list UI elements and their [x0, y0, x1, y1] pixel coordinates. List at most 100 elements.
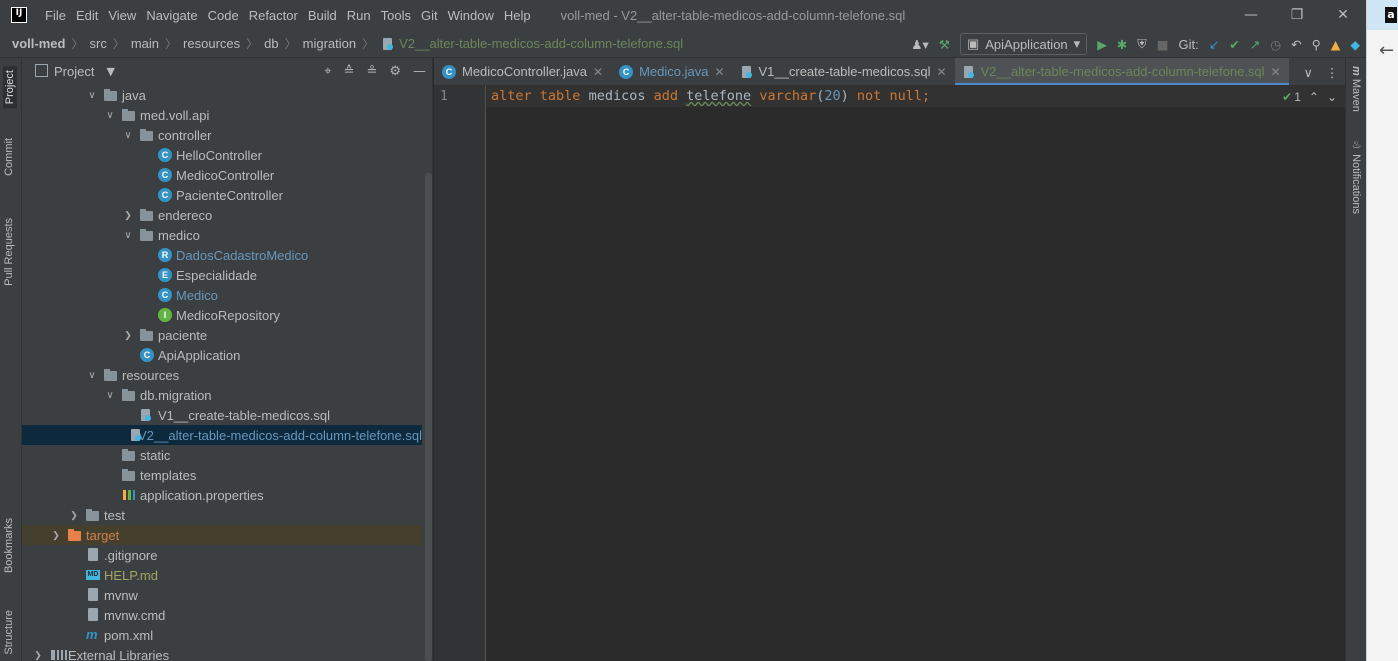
git-update-icon[interactable]: ↙	[1209, 37, 1219, 52]
editor-tab[interactable]: C MedicoController.java ✕	[434, 58, 611, 85]
tool-tab-commit[interactable]: Commit	[3, 138, 15, 176]
tree-item[interactable]: ∨ resources	[22, 365, 422, 385]
tree-item[interactable]: V1__create-table-medicos.sql	[22, 405, 422, 425]
debug-icon[interactable]: ✱	[1117, 37, 1127, 52]
menu-item-build[interactable]: Build	[308, 8, 337, 23]
chevron-down-icon[interactable]: ∨	[104, 390, 116, 401]
tree-item[interactable]: ∨ med.voll.api	[22, 105, 422, 125]
history-icon[interactable]: ◷	[1270, 37, 1281, 52]
tree-item[interactable]: ∨ medico	[22, 225, 422, 245]
close-tab-icon[interactable]: ✕	[937, 65, 947, 79]
browser-back-icon[interactable]: ←	[1379, 40, 1394, 61]
tool-tab-pull-requests[interactable]: Pull Requests	[3, 218, 15, 286]
breadcrumb-item[interactable]: resources	[183, 36, 240, 51]
tree-item[interactable]: .gitignore	[22, 545, 422, 565]
menu-item-view[interactable]: View	[108, 8, 136, 23]
tree-item[interactable]: static	[22, 445, 422, 465]
tree-item[interactable]: E Especialidade	[22, 265, 422, 285]
chevron-right-icon[interactable]: ❯	[32, 650, 44, 661]
breadcrumb-item[interactable]: db	[264, 36, 278, 51]
chevron-down-icon[interactable]: ∨	[122, 230, 134, 241]
previous-highlight-icon[interactable]: ⌃	[1309, 90, 1319, 104]
tree-item[interactable]: V2__alter-table-medicos-add-column-telef…	[22, 425, 422, 445]
chevron-right-icon[interactable]: ❯	[68, 510, 80, 521]
close-tab-icon[interactable]: ✕	[1271, 65, 1281, 79]
menu-item-help[interactable]: Help	[504, 8, 531, 23]
breadcrumb-item[interactable]: src	[89, 36, 106, 51]
minimize-icon[interactable]: —	[1228, 0, 1274, 30]
tree-item[interactable]: application.properties	[22, 485, 422, 505]
collapse-all-icon[interactable]: ≗	[366, 64, 377, 79]
tree-item[interactable]: ∨ controller	[22, 125, 422, 145]
menu-item-refactor[interactable]: Refactor	[249, 8, 298, 23]
breadcrumb-item[interactable]: voll-med	[12, 36, 65, 51]
tree-item[interactable]: C ApiApplication	[22, 345, 422, 365]
tree-item[interactable]: ❯ External Libraries	[22, 645, 422, 661]
chevron-down-icon[interactable]: ∨	[122, 130, 134, 141]
tool-tab-bookmarks[interactable]: Bookmarks	[3, 518, 15, 573]
menu-item-tools[interactable]: Tools	[381, 8, 411, 23]
tree-item[interactable]: m pom.xml	[22, 625, 422, 645]
close-tab-icon[interactable]: ✕	[714, 65, 724, 79]
close-tab-icon[interactable]: ✕	[593, 65, 603, 79]
coverage-icon[interactable]: ⛨	[1137, 36, 1146, 52]
tool-tab-structure[interactable]: Structure	[3, 610, 15, 655]
updates-icon[interactable]: ▲	[1331, 37, 1341, 52]
tree-item[interactable]: ❯ target	[22, 525, 422, 545]
menu-item-edit[interactable]: Edit	[76, 8, 98, 23]
expand-all-icon[interactable]: ≙	[344, 64, 355, 79]
rollback-icon[interactable]: ↶	[1291, 37, 1301, 52]
breadcrumb-item[interactable]: migration	[303, 36, 356, 51]
build-hammer-icon[interactable]: ⚒	[939, 37, 950, 52]
tree-item[interactable]: C MedicoController	[22, 165, 422, 185]
menu-item-code[interactable]: Code	[208, 8, 239, 23]
more-options-icon[interactable]: ⋮	[1326, 65, 1339, 80]
tree-item[interactable]: C Medico	[22, 285, 422, 305]
chevron-down-icon[interactable]: ∨	[86, 370, 98, 381]
jetbrains-toolbox-icon[interactable]: ◆	[1350, 37, 1360, 52]
breadcrumb-item[interactable]: main	[131, 36, 159, 51]
project-panel-title[interactable]: Project	[54, 64, 94, 79]
tree-item[interactable]: ∨ java	[22, 85, 422, 105]
menu-item-run[interactable]: Run	[347, 8, 371, 23]
chevron-right-icon[interactable]: ❯	[50, 530, 62, 541]
restore-icon[interactable]: ❐	[1274, 0, 1320, 30]
editor-tab[interactable]: V1__create-table-medicos.sql ✕	[733, 58, 955, 85]
next-highlight-icon[interactable]: ⌄	[1327, 90, 1337, 104]
amazon-favicon-icon[interactable]: a	[1385, 7, 1397, 23]
tree-item[interactable]: ❯ test	[22, 505, 422, 525]
project-tree-scrollbar[interactable]	[425, 173, 432, 661]
tree-item[interactable]: mvnw.cmd	[22, 605, 422, 625]
tree-item[interactable]: ∨ db.migration	[22, 385, 422, 405]
user-icon[interactable]: ♟▾	[911, 37, 928, 52]
gear-icon[interactable]: ⚙	[389, 64, 401, 79]
chevron-down-icon[interactable]: ∨	[1304, 65, 1313, 80]
editor-tab[interactable]: V2__alter-table-medicos-add-column-telef…	[954, 58, 1289, 85]
tool-tab-project[interactable]: Project	[3, 66, 17, 109]
chevron-down-icon[interactable]: ∨	[104, 110, 116, 121]
tree-item[interactable]: ❯ endereco	[22, 205, 422, 225]
stop-icon[interactable]: ■	[1157, 37, 1169, 52]
breadcrumb-file[interactable]: V2__alter-table-medicos-add-column-telef…	[399, 36, 683, 51]
chevron-right-icon[interactable]: ❯	[122, 210, 134, 221]
menu-item-navigate[interactable]: Navigate	[146, 8, 197, 23]
git-push-icon[interactable]: ↗	[1250, 37, 1260, 52]
tool-tab-maven[interactable]: m Maven	[1350, 66, 1362, 112]
menu-item-git[interactable]: Git	[421, 8, 438, 23]
menu-item-file[interactable]: File	[45, 8, 66, 23]
tree-item[interactable]: HELP.md	[22, 565, 422, 585]
tree-item[interactable]: I MedicoRepository	[22, 305, 422, 325]
menu-item-window[interactable]: Window	[448, 8, 494, 23]
inspection-widget[interactable]: ✔ 1 ⌃ ⌄	[1282, 90, 1337, 104]
code-line[interactable]: alter table medicos add telefone varchar…	[491, 88, 930, 104]
close-icon[interactable]: ✕	[1320, 0, 1366, 30]
tree-item[interactable]: C PacienteController	[22, 185, 422, 205]
tree-item[interactable]: C HelloController	[22, 145, 422, 165]
git-commit-icon[interactable]: ✔	[1229, 37, 1239, 52]
hide-icon[interactable]: —	[413, 64, 426, 79]
chevron-down-icon[interactable]: ▼	[106, 65, 114, 78]
chevron-right-icon[interactable]: ❯	[122, 330, 134, 341]
tree-item[interactable]: mvnw	[22, 585, 422, 605]
tool-tab-notifications[interactable]: ♨ Notifications	[1350, 138, 1363, 214]
run-configuration-select[interactable]: ▣ ApiApplication ▾	[959, 33, 1088, 55]
